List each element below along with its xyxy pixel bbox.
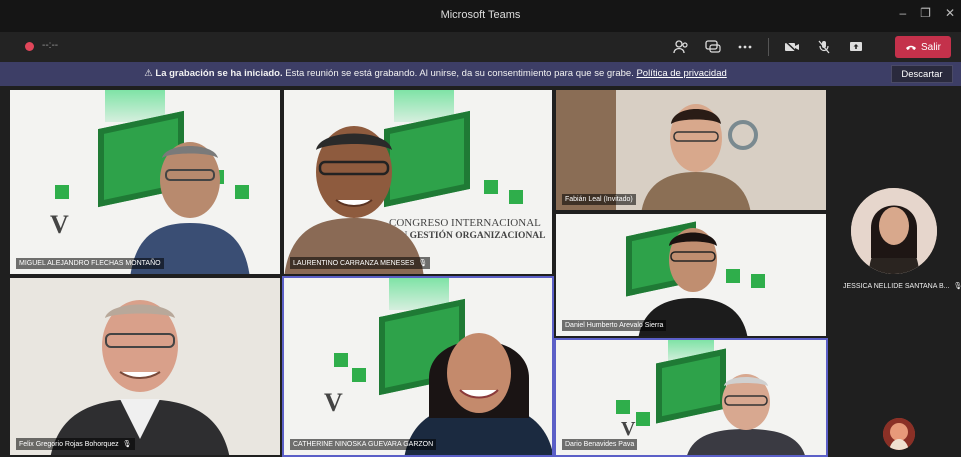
window-controls: – ❐ ✕ bbox=[899, 6, 955, 20]
participant-video bbox=[404, 333, 552, 455]
participant-video bbox=[284, 126, 424, 274]
logo-block bbox=[484, 180, 498, 194]
meeting-timer: --:-- bbox=[42, 40, 59, 51]
self-view-avatar[interactable] bbox=[883, 418, 915, 450]
participant-tile[interactable]: CONGRESO INTERNACIONAL EN GESTIÓN ORGANI… bbox=[282, 88, 554, 276]
mic-muted-icon: 🎙 bbox=[122, 441, 132, 448]
participant-tile[interactable]: V CATHERINE NINOSKA GUEVARA GARZON bbox=[282, 276, 554, 457]
participants-icon[interactable] bbox=[672, 38, 690, 56]
participant-name: JESSICA NELLIDE SANTANA B... 🎙 bbox=[843, 283, 961, 290]
logo-block bbox=[55, 185, 69, 199]
logo-block bbox=[751, 274, 765, 288]
participant-name: CATHERINE NINOSKA GUEVARA GARZON bbox=[290, 439, 437, 450]
meeting-toolbar: --:-- Salir bbox=[0, 32, 961, 62]
participant-video bbox=[641, 104, 751, 210]
participant-tile[interactable]: Daniel Humberto Arevalo Sierra bbox=[554, 212, 828, 338]
participant-video bbox=[130, 142, 250, 274]
mic-off-icon[interactable] bbox=[815, 38, 833, 56]
side-participants-panel: JESSICA NELLIDE SANTANA B... 🎙 bbox=[829, 86, 961, 457]
participant-tile[interactable]: V Dario Benavides Pava bbox=[554, 338, 828, 457]
recording-banner: ⚠ La grabación se ha iniciado. Esta reun… bbox=[0, 62, 961, 86]
participant-name: LAURENTINO CARRANZA MENESES 🎙 bbox=[290, 257, 431, 269]
privacy-policy-link[interactable]: Política de privacidad bbox=[636, 68, 726, 79]
congress-v-letter: V bbox=[621, 418, 636, 440]
participant-name: Felix Gregorio Rojas Bohorquez 🎙 bbox=[16, 438, 135, 450]
participant-tile[interactable]: Fabián Leal (Invitado) bbox=[554, 88, 828, 212]
banner-message: ⚠ La grabación se ha iniciado. Esta reun… bbox=[0, 68, 871, 79]
leave-label: Salir bbox=[920, 41, 941, 53]
mic-muted-icon: 🎙 bbox=[953, 283, 961, 290]
title-bar: Microsoft Teams – ❐ ✕ bbox=[0, 0, 961, 32]
toolbar-divider bbox=[768, 38, 769, 56]
participant-name: Daniel Humberto Arevalo Sierra bbox=[562, 320, 667, 331]
participant-name: Fabián Leal (Invitado) bbox=[562, 194, 636, 205]
logo-block bbox=[352, 368, 366, 382]
camera-off-icon[interactable] bbox=[783, 38, 801, 56]
warning-icon: ⚠ bbox=[144, 68, 153, 79]
close-icon[interactable]: ✕ bbox=[945, 6, 955, 20]
minimize-icon[interactable]: – bbox=[899, 6, 906, 20]
mic-muted-icon: 🎙 bbox=[418, 260, 428, 267]
participant-name: Dario Benavides Pava bbox=[562, 439, 638, 450]
participant-tile[interactable]: Felix Gregorio Rojas Bohorquez 🎙 bbox=[8, 276, 282, 457]
maximize-icon[interactable]: ❐ bbox=[920, 6, 931, 20]
congress-v-letter: V bbox=[50, 210, 69, 239]
leave-button[interactable]: Salir bbox=[895, 36, 951, 58]
dismiss-button[interactable]: Descartar bbox=[891, 65, 953, 83]
participant-name: MIGUEL ALEJANDRO FLECHAS MONTAÑO bbox=[16, 258, 164, 269]
avatar-photo bbox=[851, 188, 937, 274]
banner-text: Esta reunión se está grabando. Al unirse… bbox=[285, 68, 634, 79]
meeting-controls bbox=[672, 38, 865, 56]
logo-block bbox=[334, 353, 348, 367]
logo-block bbox=[636, 412, 650, 426]
logo-block bbox=[509, 190, 523, 204]
participant-video bbox=[687, 374, 805, 455]
share-screen-icon[interactable] bbox=[847, 38, 865, 56]
window-title: Microsoft Teams bbox=[440, 9, 521, 21]
recording-indicator-icon bbox=[25, 42, 34, 51]
logo-block bbox=[616, 400, 630, 414]
more-options-icon[interactable] bbox=[736, 38, 754, 56]
congress-v-letter: V bbox=[324, 388, 343, 417]
banner-title: La grabación se ha iniciado. bbox=[155, 68, 283, 79]
participant-avatar[interactable] bbox=[851, 188, 937, 274]
participant-video bbox=[50, 300, 230, 455]
chat-icon[interactable] bbox=[704, 38, 722, 56]
participant-tile[interactable]: V MIGUEL ALEJANDRO FLECHAS MONTAÑO bbox=[8, 88, 282, 276]
phone-hangup-icon bbox=[905, 45, 916, 50]
avatar-photo bbox=[883, 418, 915, 450]
